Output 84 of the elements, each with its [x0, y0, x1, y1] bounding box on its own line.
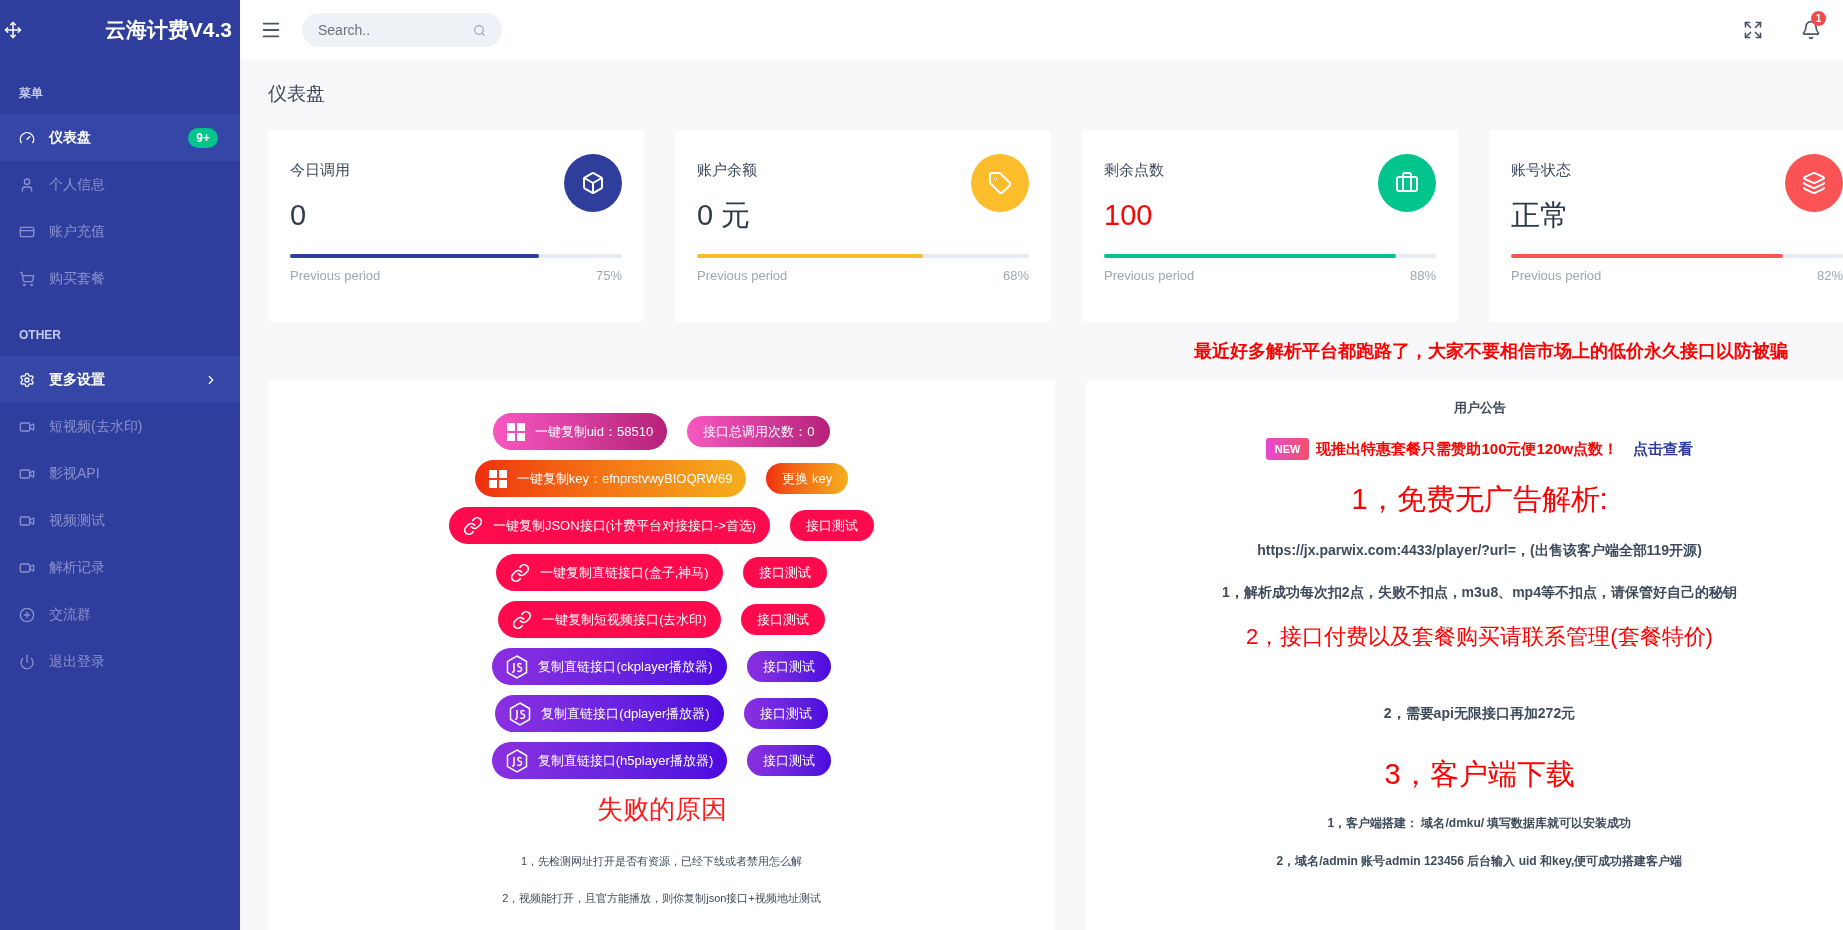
cart-icon	[19, 270, 35, 287]
period-label: Previous period	[697, 267, 788, 285]
action-button[interactable]: 接口测试	[742, 557, 827, 588]
copy-button[interactable]: 复制直链接口(ckplayer播放器)	[492, 648, 727, 685]
copy-button[interactable]: 一键复制key：efnprstvwyBIOQRW69	[474, 460, 747, 497]
action-button[interactable]: 接口测试	[747, 745, 832, 776]
sidebar-item[interactable]: 购买套餐	[0, 255, 240, 302]
bell-icon[interactable]	[1801, 20, 1821, 40]
sidebar-heading: OTHER	[19, 327, 61, 344]
failure-reason: 1，先检测网址打开是否有资源，已经下线或者禁用怎么解	[520, 854, 803, 870]
new-badge: NEW	[1265, 437, 1310, 460]
js-hexagon-icon	[509, 701, 532, 726]
percent-label: 88%	[1409, 267, 1436, 285]
settings-icon	[19, 371, 35, 388]
action-button[interactable]: 接口测试	[790, 510, 875, 541]
action-button[interactable]: 接口测试	[743, 698, 828, 729]
logo-icon	[4, 21, 22, 39]
stat-title: 今日调用	[290, 160, 350, 180]
notice-ticker: 最近好多解析平台都跑路了，大家不要相信市场上的低价永久接口以防被骗	[1194, 339, 1788, 363]
power-icon	[19, 653, 35, 670]
copy-button[interactable]: 一键复制短视频接口(去水印)	[498, 601, 721, 638]
fullscreen-icon[interactable]	[1743, 20, 1763, 40]
link-icon	[462, 515, 483, 536]
copy-button[interactable]: 一键复制JSON接口(计费平台对接接口->首选)	[448, 507, 771, 544]
copy-button[interactable]: 一键复制uid：58510	[492, 413, 668, 450]
grid-icon	[506, 422, 525, 441]
js-hexagon-icon	[505, 748, 528, 773]
promo-text: 现推出特惠套餐只需赞助100元便120w点数！	[1316, 438, 1619, 459]
notice-text: https://jx.parwix.com:4433/player/?url=，(出售该客户端全部119开源)	[1257, 541, 1702, 560]
sidebar-heading: 菜单	[19, 85, 43, 102]
link-icon	[512, 609, 533, 630]
page-title: 仪表盘	[268, 82, 326, 106]
brand-title: 云海计费V4.3	[104, 17, 232, 44]
notice-heading: 1，免费无广告解析:	[1351, 482, 1608, 517]
notice-text: 2，域名/admin 账号admin 123456 后台输入 uid 和key,便可成功搭建客户端	[1276, 853, 1683, 870]
stat-title: 剩余点数	[1104, 160, 1164, 180]
search-field[interactable]: Search..	[302, 13, 502, 47]
failure-reason: 2，视频能打开，且官方能播放，则你复制json接口+视频地址测试	[502, 891, 821, 907]
stat-value: 100	[1104, 197, 1154, 233]
action-button[interactable]: 接口总调用次数：0	[687, 416, 831, 447]
period-label: Previous period	[290, 267, 381, 285]
notice-text: 1，客户端搭建： 域名/dmku/ 填写数据库就可以安装成功	[1327, 815, 1632, 832]
notice-text: 2，需要api无限接口再加272元	[1383, 704, 1576, 723]
percent-label: 75%	[595, 267, 622, 285]
stat-value: 0 元	[697, 197, 752, 233]
grid-icon	[488, 469, 507, 488]
notification-badge: 1	[1811, 11, 1826, 26]
notice-text: 1，解析成功每次扣2点，失败不扣点，m3u8、mp4等不扣点，请保管好自己的秘钥	[1222, 583, 1737, 602]
percent-label: 82%	[1816, 267, 1843, 285]
search-icon	[473, 24, 486, 37]
period-label: Previous period	[1511, 267, 1602, 285]
plus-circle-icon	[19, 606, 35, 623]
copy-button[interactable]: 一键复制直链接口(盒子,神马)	[496, 554, 723, 591]
period-label: Previous period	[1104, 267, 1195, 285]
sidebar-item[interactable]: 个人信息	[0, 161, 240, 208]
action-button[interactable]: 更换 key	[766, 463, 849, 494]
js-hexagon-icon	[506, 654, 529, 679]
action-button[interactable]: 接口测试	[746, 651, 831, 682]
sidebar-item[interactable]: 交流群	[0, 591, 240, 638]
copy-button[interactable]: 复制直链接口(dplayer播放器)	[495, 695, 724, 732]
sidebar-item[interactable]: 解析记录	[0, 544, 240, 591]
notice-heading: 3，客户端下载	[1384, 756, 1575, 792]
sidebar-item[interactable]: 影视API	[0, 450, 240, 497]
sidebar-item[interactable]: 退出登录	[0, 638, 240, 685]
failure-title: 失败的原因	[596, 793, 727, 826]
copy-button[interactable]: 复制直链接口(h5player播放器)	[491, 742, 728, 779]
stat-title: 账号状态	[1511, 160, 1571, 180]
stat-value: 0	[290, 197, 308, 233]
gauge-icon	[19, 129, 35, 146]
sidebar-item[interactable]: 视频测试	[0, 497, 240, 544]
sidebar-item[interactable]: 短视频(去水印)	[0, 403, 240, 450]
sidebar-item[interactable]: 账户充值	[0, 208, 240, 255]
link-icon	[510, 562, 531, 583]
percent-label: 68%	[1002, 267, 1029, 285]
user-icon	[19, 176, 35, 193]
stat-title: 账户余额	[697, 160, 757, 180]
view-link[interactable]: 点击查看	[1633, 437, 1694, 460]
notice-heading: 2，接口付费以及套餐购买请联系管理(套餐特价)	[1246, 622, 1713, 651]
count-badge: 9+	[188, 127, 218, 148]
sidebar-item[interactable]: 更多设置	[0, 356, 240, 403]
action-button[interactable]: 接口测试	[740, 604, 825, 635]
sidebar-item[interactable]: 仪表盘 9+	[0, 114, 240, 161]
announcement-title: 用户公告	[1453, 399, 1506, 417]
stat-value: 正常	[1511, 197, 1570, 233]
